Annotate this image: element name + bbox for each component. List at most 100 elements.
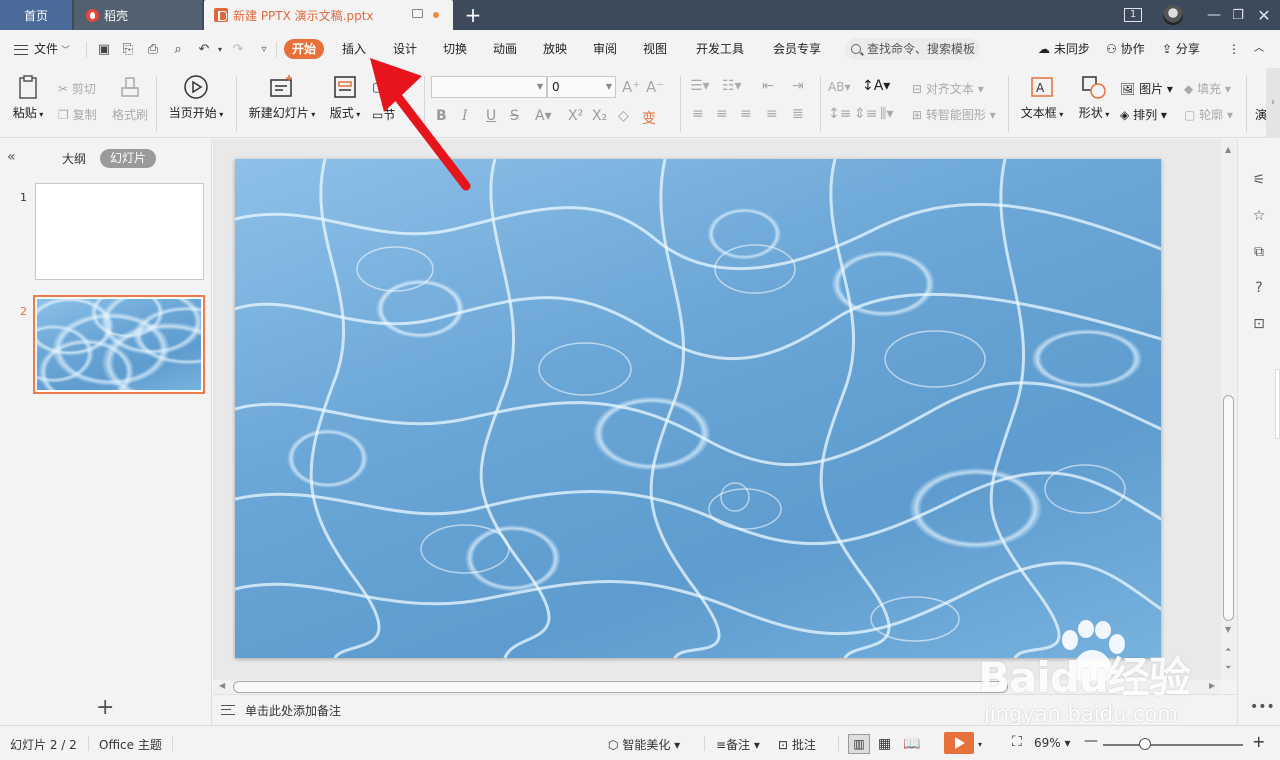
increase-indent-icon[interactable]: ⇥: [792, 78, 804, 94]
file-menu-button[interactable]: 文件 ﹀: [14, 38, 70, 60]
play-options-chevron-icon[interactable]: ▾: [978, 740, 982, 749]
notes-toggle-button[interactable]: ≡备注 ▾: [716, 736, 760, 753]
reading-view-icon[interactable]: 📖: [903, 736, 920, 752]
notes-placeholder[interactable]: 单击此处添加备注: [245, 702, 341, 719]
notes-pane[interactable]: 单击此处添加备注: [213, 694, 1237, 725]
collapse-ribbon-icon[interactable]: ︿: [1254, 38, 1264, 60]
tab-daoke[interactable]: 稻壳: [74, 0, 202, 30]
decrease-indent-icon[interactable]: ⇤: [762, 78, 774, 94]
outline-button[interactable]: ▢ 轮廓 ▾: [1184, 106, 1233, 123]
zoom-level-select[interactable]: 69% ▾: [1034, 736, 1071, 750]
slide-thumbnail[interactable]: [35, 183, 204, 280]
minimize-icon[interactable]: —: [1202, 0, 1226, 30]
increase-font-icon[interactable]: A⁺: [622, 78, 640, 96]
vertical-scrollbar[interactable]: ▲ ▼ ⏶ ⏷: [1221, 139, 1237, 680]
text-direction-icon[interactable]: ↕A▾: [862, 78, 890, 94]
zoom-slider-thumb[interactable]: [1139, 738, 1151, 750]
align-text-button[interactable]: ⊟ 对齐文本 ▾: [912, 80, 984, 97]
tab-animations[interactable]: 动画: [485, 39, 525, 59]
new-slide-button[interactable]: 新建幻灯片 ▾: [246, 74, 318, 121]
char-spacing-icon[interactable]: AB▾: [828, 80, 850, 94]
justify-icon[interactable]: ≡: [766, 106, 778, 122]
layout-button[interactable]: 版式 ▾: [326, 74, 364, 121]
avatar[interactable]: [1160, 0, 1186, 30]
collaborate-button[interactable]: ⚇ 协作: [1106, 38, 1145, 60]
customize-toolbar-icon[interactable]: ▿: [256, 42, 272, 58]
slide-thumbnail-selected[interactable]: [33, 295, 205, 394]
zoom-slider-track[interactable]: [1103, 744, 1243, 746]
scroll-up-arrow-icon[interactable]: ▲: [1225, 145, 1231, 154]
tab-document[interactable]: 新建 PPTX 演示文稿.pptx: [204, 0, 453, 30]
paragraph-spacing-icon[interactable]: ⇕≡: [854, 106, 877, 122]
decrease-font-icon[interactable]: A⁻: [646, 78, 664, 96]
tab-developer[interactable]: 开发工具: [688, 39, 752, 59]
align-left-icon[interactable]: ≡: [692, 106, 704, 122]
side-drawer-handle[interactable]: [1275, 369, 1280, 439]
sync-button[interactable]: ☁ 未同步: [1038, 38, 1090, 60]
shape-button[interactable]: 形状 ▾: [1074, 74, 1114, 121]
smart-shape-button[interactable]: ⊞ 转智能图形 ▾: [912, 106, 996, 123]
columns-icon[interactable]: ⫼▾: [880, 106, 893, 122]
redo-icon[interactable]: ↷: [230, 42, 246, 58]
normal-view-icon[interactable]: ▥: [848, 734, 870, 754]
scroll-left-arrow-icon[interactable]: ◀: [219, 681, 225, 690]
tab-slideshow[interactable]: 放映: [535, 39, 575, 59]
superscript-icon[interactable]: X²: [568, 108, 583, 124]
line-spacing-icon[interactable]: ↕≡: [828, 106, 851, 122]
tab-home[interactable]: 首页: [0, 0, 72, 30]
arrange-button[interactable]: ◈ 排列 ▾: [1120, 106, 1167, 123]
ribbon-scroll-right-icon[interactable]: ›: [1266, 68, 1280, 138]
help-icon[interactable]: ?: [1250, 279, 1268, 297]
zoom-out-icon[interactable]: —: [1084, 733, 1098, 749]
zoom-in-icon[interactable]: +: [1252, 732, 1265, 751]
clear-format-icon[interactable]: ◇: [618, 108, 629, 124]
tab-home-ribbon[interactable]: 开始: [284, 39, 325, 59]
numbered-list-icon[interactable]: ☷▾: [722, 78, 742, 94]
textbox-button[interactable]: A 文本框 ▾: [1018, 74, 1066, 121]
more-options-icon[interactable]: ⋮: [1228, 38, 1240, 60]
fill-button[interactable]: ◆ 填充 ▾: [1184, 80, 1231, 97]
font-color-icon[interactable]: A▾: [535, 108, 552, 124]
export-icon[interactable]: ⎘: [120, 42, 136, 58]
align-center-icon[interactable]: ≡: [716, 106, 728, 122]
transition-icon[interactable]: ⧉: [1250, 243, 1268, 261]
save-icon[interactable]: ▣: [96, 42, 112, 58]
play-slideshow-button[interactable]: [944, 732, 974, 754]
format-painter-button[interactable]: 格式刷: [110, 76, 150, 123]
scrollbar-thumb[interactable]: [233, 681, 1008, 693]
properties-sliders-icon[interactable]: ⚟: [1250, 171, 1268, 189]
copy-button[interactable]: ❐ 复制: [58, 106, 97, 123]
screen-icon[interactable]: [412, 9, 423, 18]
next-slide-icon[interactable]: ⏷: [1225, 663, 1231, 673]
horizontal-scrollbar[interactable]: ◀ ▶: [213, 680, 1221, 694]
collapse-panel-icon[interactable]: «: [7, 149, 16, 165]
theme-name[interactable]: Office 主题: [99, 736, 162, 753]
undo-dropdown-icon[interactable]: ▾: [212, 42, 228, 58]
restore-icon[interactable]: ❐: [1226, 0, 1250, 30]
tab-membership[interactable]: 会员专享: [765, 39, 829, 59]
align-right-icon[interactable]: ≡: [740, 106, 752, 122]
scroll-right-arrow-icon[interactable]: ▶: [1209, 681, 1215, 690]
window-count-icon[interactable]: 1: [1120, 0, 1146, 30]
slide-water-background-image[interactable]: [235, 159, 1161, 658]
command-search-input[interactable]: 查找命令、搜索模板: [845, 38, 980, 60]
from-current-slide-button[interactable]: 当页开始 ▾: [166, 74, 226, 121]
tab-view[interactable]: 视图: [635, 39, 675, 59]
share-button[interactable]: ⇪ 分享: [1162, 38, 1200, 60]
more-icon[interactable]: •••: [1250, 699, 1275, 715]
paste-button[interactable]: 粘贴 ▾: [10, 74, 46, 121]
add-slide-plus-icon[interactable]: +: [96, 695, 114, 720]
tab-outline[interactable]: 大纲: [62, 150, 86, 167]
print-preview-icon[interactable]: ⌕: [170, 42, 186, 58]
comments-button[interactable]: ⊡ 批注: [778, 736, 816, 753]
subscript-icon[interactable]: X₂: [592, 108, 607, 124]
fit-window-icon[interactable]: ⛶: [1012, 734, 1022, 750]
print-icon[interactable]: ⎙: [145, 42, 161, 58]
close-icon[interactable]: ✕: [1252, 0, 1276, 30]
scroll-down-arrow-icon[interactable]: ▼: [1225, 625, 1231, 634]
distribute-icon[interactable]: ≣: [792, 106, 804, 122]
picture-button[interactable]: 🖼 图片 ▾: [1120, 80, 1173, 97]
backup-icon[interactable]: ⊡: [1250, 315, 1268, 333]
strikethrough-icon[interactable]: S: [510, 108, 519, 124]
cut-button[interactable]: ✂ 剪切: [58, 80, 96, 97]
